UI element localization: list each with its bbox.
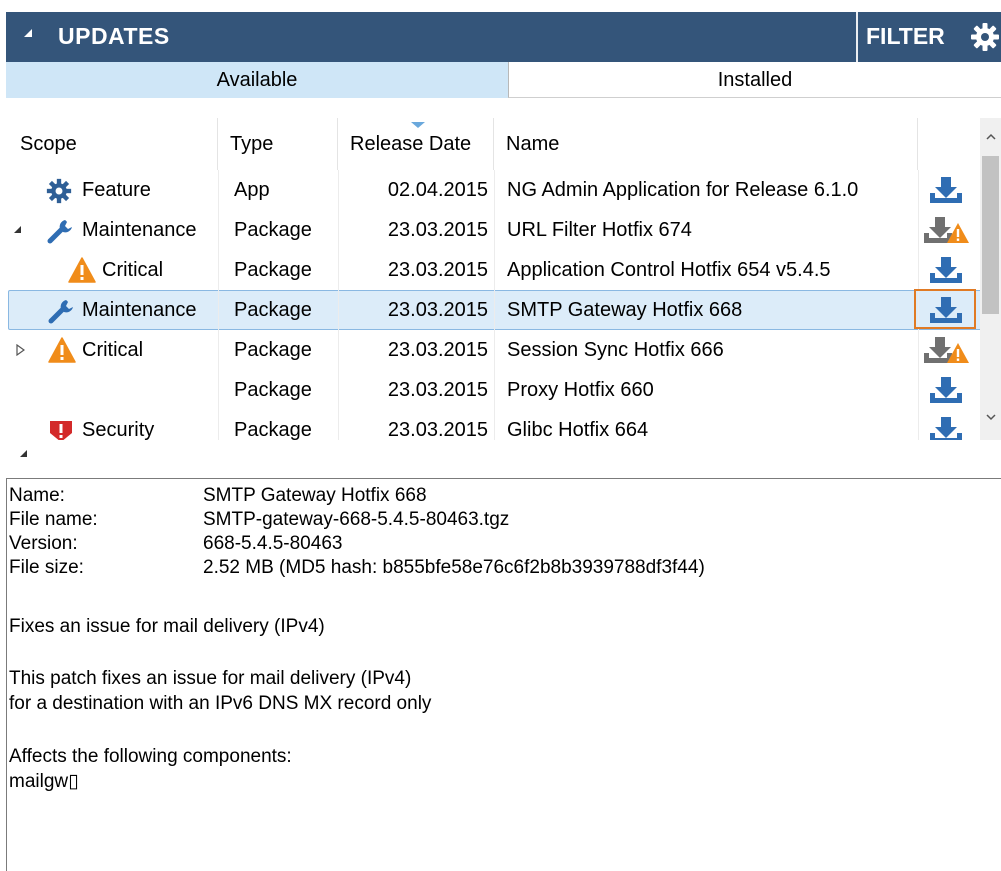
details-collapse-icon[interactable] (20, 450, 27, 457)
shield-icon (50, 421, 72, 440)
release-date: 23.03.2015 (387, 379, 488, 401)
scope-label: Maintenance (82, 299, 197, 321)
update-name: URL Filter Hotfix 674 (507, 219, 692, 241)
release-date: 23.03.2015 (387, 299, 488, 321)
wrench-icon (48, 300, 73, 324)
download-icon[interactable] (928, 295, 964, 325)
type-label: App (234, 179, 270, 201)
update-name: Application Control Hotfix 654 v5.4.5 (507, 259, 831, 281)
update-name: NG Admin Application for Release 6.1.0 (507, 179, 859, 201)
type-label: Package (234, 219, 312, 241)
detail-label: Version: (9, 533, 78, 554)
gear-icon[interactable] (970, 22, 1000, 52)
expand-toggle-icon[interactable] (16, 344, 25, 356)
type-label: Package (234, 419, 312, 440)
download-icon[interactable] (928, 375, 964, 405)
scope-label: Security (82, 419, 155, 440)
detail-components-value: mailgw▯ (9, 771, 79, 792)
header-title: UPDATES (58, 23, 170, 49)
detail-description-line1: This patch fixes an issue for mail deliv… (9, 668, 412, 689)
table-row[interactable]: Package 23.03.2015 Proxy Hotfix 660 (8, 370, 983, 410)
type-label: Package (234, 299, 312, 321)
type-label: Package (234, 379, 312, 401)
detail-value: SMTP-gateway-668-5.4.5-80463.tgz (203, 509, 510, 530)
table-row[interactable]: Critical Package 23.03.2015 Session Sync… (8, 330, 983, 370)
update-name: Session Sync Hotfix 666 (507, 339, 724, 361)
updates-header: UPDATES FILTER (6, 12, 1001, 62)
warning-icon (68, 257, 96, 283)
warning-icon (48, 337, 76, 363)
column-header-scope[interactable]: Scope (8, 118, 218, 170)
sort-descending-icon (411, 122, 425, 128)
header-separator (856, 12, 858, 62)
release-date: 23.03.2015 (387, 259, 488, 281)
details-pane: Name: SMTP Gateway Hotfix 668 File name:… (6, 478, 1001, 871)
update-name: Proxy Hotfix 660 (507, 379, 654, 401)
scrollbar-thumb[interactable] (982, 156, 999, 314)
download-icon[interactable] (928, 415, 964, 440)
detail-label: File size: (9, 557, 84, 578)
release-date: 23.03.2015 (387, 219, 488, 241)
detail-description-line2: for a destination with an IPv6 DNS MX re… (9, 693, 432, 714)
expand-toggle-icon[interactable] (14, 226, 21, 233)
detail-value: 2.52 MB (MD5 hash: b855bfe58e76c6f2b8b39… (203, 557, 705, 578)
detail-label: Name: (9, 485, 65, 506)
detail-label: File name: (9, 509, 98, 530)
tab-bar: Available Installed (6, 62, 1001, 100)
update-name: SMTP Gateway Hotfix 668 (507, 299, 743, 321)
tab-installed[interactable]: Installed (508, 62, 1001, 98)
scroll-down-arrow-icon[interactable] (986, 412, 996, 422)
vertical-scrollbar[interactable] (980, 118, 1001, 440)
tab-available[interactable]: Available (6, 62, 508, 98)
scope-label: Maintenance (82, 219, 197, 241)
download-warning-icon[interactable] (922, 215, 970, 245)
detail-components-label: Affects the following components: (9, 746, 292, 767)
column-header-type[interactable]: Type (218, 118, 338, 170)
filter-button-label[interactable]: FILTER (866, 23, 945, 50)
type-label: Package (234, 259, 312, 281)
table-row[interactable]: Critical Package 23.03.2015 Application … (8, 250, 983, 290)
scope-label: Feature (82, 179, 151, 201)
scope-label: Critical (82, 339, 144, 361)
type-label: Package (234, 339, 312, 361)
scroll-up-arrow-icon[interactable] (986, 132, 996, 142)
scope-label: Critical (102, 259, 164, 281)
download-icon[interactable] (928, 175, 964, 205)
release-date: 02.04.2015 (387, 179, 488, 201)
detail-summary: Fixes an issue for mail delivery (IPv4) (9, 616, 325, 637)
table-row[interactable]: Security Package 23.03.2015 Glibc Hotfix… (8, 410, 983, 440)
update-name: Glibc Hotfix 664 (507, 419, 649, 440)
table-row-selected[interactable]: Maintenance Package 23.03.2015 SMTP Gate… (8, 289, 983, 330)
column-header-name[interactable]: Name (494, 118, 918, 170)
download-icon[interactable] (928, 255, 964, 285)
detail-value: 668-5.4.5-80463 (203, 533, 343, 554)
download-warning-icon[interactable] (922, 335, 970, 365)
release-date: 23.03.2015 (387, 339, 488, 361)
updates-grid: Scope Type Release Date Name Feature App… (8, 118, 983, 440)
table-row[interactable]: Feature App 02.04.2015 NG Admin Applicat… (8, 170, 983, 210)
collapse-triangle-icon[interactable] (24, 29, 32, 37)
detail-value: SMTP Gateway Hotfix 668 (203, 485, 427, 506)
table-row[interactable]: Maintenance Package 23.03.2015 URL Filte… (8, 210, 983, 250)
gear-icon (46, 178, 72, 204)
release-date: 23.03.2015 (387, 419, 488, 440)
wrench-icon (47, 220, 72, 244)
